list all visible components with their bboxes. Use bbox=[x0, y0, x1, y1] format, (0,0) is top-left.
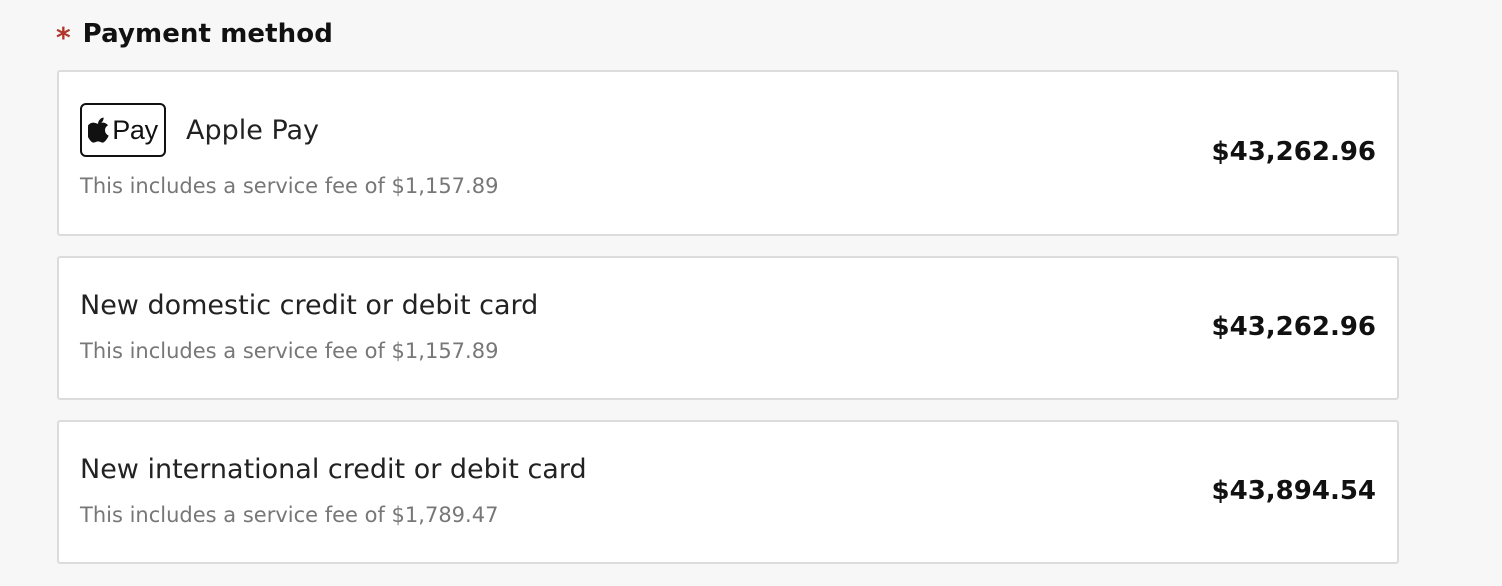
method-label: New domestic credit or debit card bbox=[80, 290, 539, 321]
method-label: New international credit or debit card bbox=[80, 454, 587, 485]
section-title: Payment method bbox=[82, 19, 333, 49]
service-fee-text: This includes a service fee of $1,789.47 bbox=[80, 503, 499, 527]
method-label: Apple Pay bbox=[186, 114, 320, 146]
total-price: $43,262.96 bbox=[1211, 137, 1376, 167]
apple-icon bbox=[88, 117, 109, 143]
apple-pay-logo-icon: Pay bbox=[80, 103, 166, 157]
service-fee-text: This includes a service fee of $1,157.89 bbox=[80, 339, 499, 363]
service-fee-text: This includes a service fee of $1,157.89 bbox=[80, 174, 499, 198]
payment-option-international-card[interactable]: New international credit or debit card T… bbox=[57, 420, 1399, 564]
payment-option-apple-pay[interactable]: Pay Apple Pay This includes a service fe… bbox=[57, 70, 1399, 236]
apple-pay-badge-text: Pay bbox=[112, 114, 158, 145]
payment-option-domestic-card[interactable]: New domestic credit or debit card This i… bbox=[57, 256, 1399, 400]
total-price: $43,262.96 bbox=[1211, 312, 1376, 342]
payment-method-header: * Payment method bbox=[56, 16, 333, 52]
total-price: $43,894.54 bbox=[1211, 476, 1376, 506]
method-row: New international credit or debit card bbox=[80, 454, 587, 485]
required-marker: * bbox=[56, 21, 71, 54]
method-row: New domestic credit or debit card bbox=[80, 290, 538, 321]
method-row: Pay Apple Pay bbox=[80, 103, 319, 157]
